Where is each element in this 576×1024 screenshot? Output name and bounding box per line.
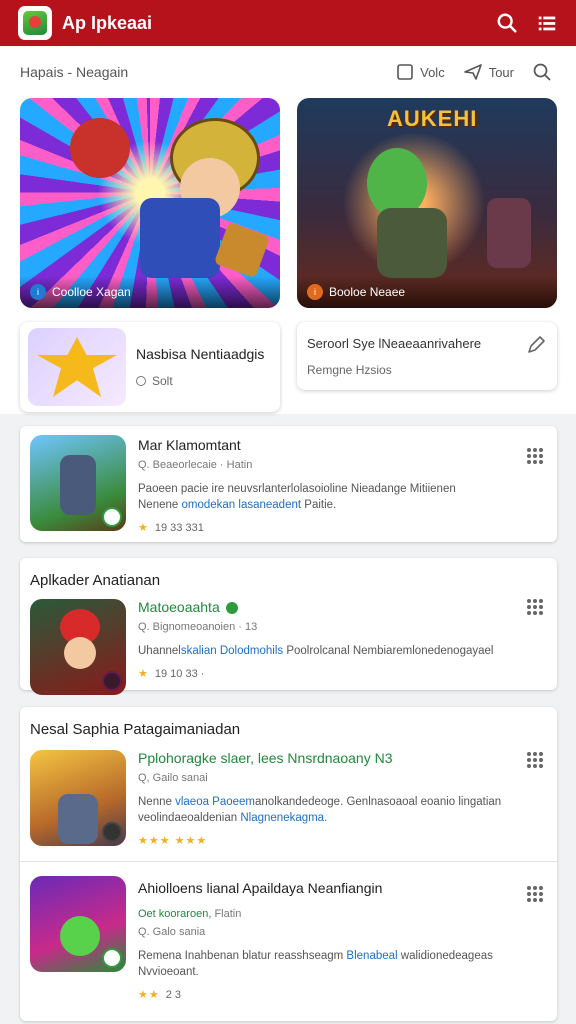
- app-title[interactable]: Mar Klamomtant: [138, 437, 547, 453]
- banner-caption: i Booloe Neaee: [297, 276, 557, 308]
- search-small-button[interactable]: [532, 62, 558, 82]
- tour-button[interactable]: Tour: [463, 63, 514, 81]
- banner-art-title: AUKEHI: [387, 106, 478, 131]
- knight-figure: [58, 794, 98, 844]
- crate-figure: [213, 221, 271, 279]
- menu-button[interactable]: [530, 6, 564, 40]
- vote-button[interactable]: Volc: [396, 63, 445, 81]
- app-subtitle-2: Q. Galo sania: [138, 926, 206, 938]
- app-thumb[interactable]: [30, 876, 126, 972]
- banner-caption-text: Coolloe Xagan: [52, 285, 131, 299]
- app-title: Ap Ipkeaai: [62, 12, 153, 33]
- featured-banner-image[interactable]: AUKEHI i Booloe Neaee: [297, 98, 557, 308]
- featured-title: Seroorl Sye lNeaeaanrivahere: [307, 336, 482, 351]
- app-title[interactable]: Ahiolloens lianal Apaildaya Neanfiangin: [138, 880, 547, 896]
- vote-label: Volc: [420, 64, 445, 80]
- app-logo[interactable]: [18, 6, 52, 40]
- desc-link[interactable]: vlaeoa Paoeem: [175, 796, 255, 808]
- section-card: Aplkader Anatianan Matoeoaahta Q. Bignom…: [20, 558, 557, 695]
- settings-icon: [136, 376, 146, 386]
- info-icon: i: [307, 284, 323, 300]
- banner-caption-text: Booloe Neaee: [329, 285, 406, 299]
- face-figure: [64, 637, 96, 669]
- star-icon: ★★: [138, 989, 160, 1001]
- banner-caption: i Coolloe Xagan: [20, 276, 280, 308]
- send-icon: [463, 64, 482, 80]
- app-rating: ★★★ ★★★: [138, 834, 547, 847]
- star-icon: ★: [138, 522, 149, 534]
- app-description: Paoeen pacie ire neuvsrlanterlolasoiolin…: [138, 483, 456, 511]
- monster-figure: [60, 916, 100, 956]
- game-logo-thumb: [28, 328, 126, 406]
- tour-label: Tour: [488, 64, 514, 80]
- star-rating-icon: ★★★ ★★★: [138, 835, 208, 847]
- featured-info-card[interactable]: Nasbisa Nentiaadgis Solt: [20, 322, 280, 412]
- featured-banner-image[interactable]: i Coolloe Xagan: [20, 98, 280, 308]
- app-badge-icon: [102, 948, 122, 968]
- armor-figure: [377, 208, 447, 278]
- app-title[interactable]: Pplohoragke slaer, lees Nnsrdnaoany N3: [138, 750, 547, 766]
- star-icon: ★: [138, 668, 149, 680]
- section-heading: Aplkader Anatianan: [30, 572, 161, 589]
- desc-link[interactable]: omodekan lasaneadent: [182, 499, 302, 511]
- featured-section: i Coolloe Xagan Nasbisa Nentiaadgis Solt…: [0, 98, 576, 414]
- app-subtitle: Oet kooraroen, Flatin: [138, 908, 242, 920]
- more-options-icon[interactable]: [527, 599, 543, 615]
- checkbox-icon: [397, 64, 413, 80]
- app-badge-icon: [102, 671, 122, 691]
- desc-link[interactable]: lskalian Dolodmohils: [178, 645, 283, 657]
- search-icon: [497, 13, 517, 33]
- app-rating: ★ 19 10 33 ·: [138, 667, 205, 681]
- edit-icon[interactable]: [525, 334, 547, 356]
- list-menu-icon: [538, 16, 556, 31]
- desc-link[interactable]: Nlagnenekagma.: [240, 812, 327, 824]
- warrior-figure: [60, 455, 96, 515]
- breadcrumb: Hapais - Neagain: [20, 64, 129, 80]
- divider: [20, 861, 557, 862]
- section-heading: Nesal Saphia Patagaimaniadan: [30, 721, 241, 738]
- more-options-icon[interactable]: [527, 752, 543, 768]
- app-subtitle: Q. Beaeorlecaie · Hatin: [138, 459, 253, 471]
- featured-card-2[interactable]: AUKEHI i Booloe Neaee Seroorl Sye lNeaea…: [297, 98, 557, 390]
- featured-title: Nasbisa Nentiaadgis: [136, 346, 265, 362]
- app-thumb[interactable]: [30, 599, 126, 695]
- more-options-icon[interactable]: [527, 886, 543, 902]
- app-badge-icon: [102, 822, 122, 842]
- featured-sub: Remgne Hzsios: [307, 363, 392, 377]
- app-badge-icon: [102, 507, 122, 527]
- sub-bar: Hapais - Neagain Volc Tour: [0, 46, 576, 98]
- app-subtitle: Q, Gailo sanai: [138, 772, 208, 784]
- app-subtitle: Q. Bignomeoanoien · 13: [138, 621, 258, 633]
- search-button[interactable]: [490, 6, 524, 40]
- app-title[interactable]: Matoeoaahta: [138, 599, 547, 615]
- featured-card-1[interactable]: i Coolloe Xagan Nasbisa Nentiaadgis Solt: [20, 98, 280, 412]
- app-rating: ★★ 2 3: [138, 988, 182, 1002]
- app-thumb[interactable]: [30, 435, 126, 531]
- app-description: Uhannelskalian Dolodmohils Poolrolcanal …: [138, 645, 494, 657]
- search-icon: [533, 63, 551, 81]
- more-options-icon[interactable]: [527, 448, 543, 464]
- hero-figure: [70, 118, 130, 178]
- featured-info-card[interactable]: Seroorl Sye lNeaeaanrivahere Remgne Hzsi…: [297, 322, 557, 390]
- app-description: Nenne vlaeoa Paoeemanolkandedeoge. Genln…: [138, 796, 502, 824]
- verified-icon: [225, 602, 238, 615]
- shield-figure: [140, 198, 220, 278]
- app-list-card[interactable]: Mar Klamomtant Q. Beaeorlecaie · Hatin P…: [20, 426, 557, 542]
- info-icon: i: [30, 284, 46, 300]
- app-description: Remena Inahbenan blatur reasshseagm Blen…: [138, 950, 493, 978]
- featured-sub: Solt: [152, 374, 173, 388]
- enemy-figure: [487, 198, 531, 268]
- section-card: Nesal Saphia Patagaimaniadan Pplohoragke…: [20, 707, 557, 1021]
- app-bar: Ap Ipkeaai: [0, 0, 576, 46]
- app-rating: ★ 19 33 331: [138, 521, 204, 535]
- desc-link[interactable]: Blenabeal: [346, 950, 397, 962]
- app-thumb[interactable]: [30, 750, 126, 846]
